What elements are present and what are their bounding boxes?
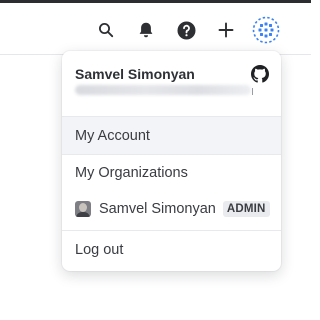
window-top-edge	[0, 0, 311, 3]
role-badge: ADMIN	[222, 201, 270, 217]
user-email-redacted	[75, 85, 251, 95]
organization-name: Samvel Simonyan	[99, 201, 216, 217]
user-info: Samvel Simonyan	[62, 51, 281, 116]
menu-item-my-account[interactable]: My Account	[62, 117, 281, 154]
search-icon[interactable]	[96, 20, 116, 40]
user-dropdown-menu: Samvel Simonyan My Account My Organizati…	[62, 51, 281, 271]
user-name: Samvel Simonyan	[75, 66, 195, 82]
menu-item-label: My Account	[75, 127, 150, 144]
avatar	[75, 201, 91, 217]
user-avatar-button[interactable]	[252, 16, 280, 44]
menu-item-label: Log out	[75, 242, 124, 258]
menu-divider	[62, 154, 281, 155]
menu-item-log-out[interactable]: Log out	[62, 231, 281, 269]
menu-item-label: My Organizations	[75, 165, 188, 181]
github-icon[interactable]	[251, 65, 269, 83]
text-cursor	[252, 88, 253, 95]
bell-icon[interactable]	[136, 20, 156, 40]
plus-icon[interactable]	[216, 20, 236, 40]
help-circle-icon[interactable]	[176, 20, 196, 40]
organization-item[interactable]: Samvel Simonyan ADMIN	[62, 192, 281, 226]
menu-item-my-organizations[interactable]: My Organizations	[62, 156, 281, 190]
